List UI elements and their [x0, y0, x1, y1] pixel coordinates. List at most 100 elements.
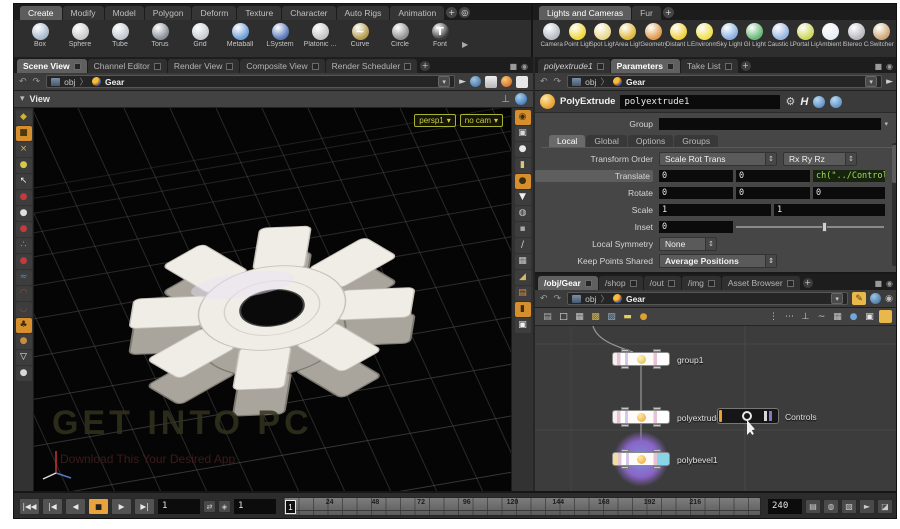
shelf-tool[interactable]: Stereo Ca... — [844, 20, 869, 48]
snap-prim-icon[interactable]: ◡ — [15, 302, 32, 317]
jump-start-button[interactable]: |◀◀ — [19, 498, 40, 515]
shelf-tool[interactable]: Area Light — [615, 20, 641, 48]
info-icon[interactable] — [813, 95, 826, 108]
pane-tab[interactable]: Channel Editor — [87, 59, 167, 73]
path-node[interactable]: Gear — [105, 77, 124, 87]
path-node[interactable]: Gear — [626, 77, 645, 87]
cone-display-icon[interactable]: ◢ — [514, 270, 531, 285]
select-mode-icon[interactable]: ◆ — [15, 110, 32, 125]
new-pane-tab-button[interactable]: + — [740, 61, 751, 71]
shelf-tab[interactable]: Modify — [62, 6, 104, 20]
path-dropdown-icon[interactable]: ▾ — [865, 76, 878, 87]
houdini-help-icon[interactable]: H — [800, 96, 808, 108]
prims-mode-icon[interactable]: ∴ — [15, 238, 32, 253]
view-sphere-icon[interactable]: ● — [514, 142, 531, 157]
translate-z-field[interactable]: ch("../Controls/siz — [813, 169, 885, 182]
stop-button[interactable]: ■ — [88, 498, 109, 515]
handles-icon[interactable]: ♣ — [15, 318, 32, 333]
next-frame-button[interactable]: ▶| — [134, 498, 155, 515]
shelf-tool[interactable]: Torus — [140, 20, 180, 48]
shelf-add-button[interactable]: + — [662, 7, 674, 18]
path-root[interactable]: obj — [585, 294, 596, 304]
shelf-tool[interactable]: Switcher — [869, 20, 894, 48]
lasso-pick-icon[interactable]: × — [15, 142, 32, 157]
thumbnail-icon[interactable]: ▦ — [831, 312, 844, 322]
pane-tab[interactable]: /out — [643, 276, 681, 290]
param-folder-tab[interactable]: Groups — [674, 135, 719, 147]
group-dropdown-icon[interactable]: ▾ — [884, 120, 888, 128]
shelf-tab[interactable]: Model — [104, 6, 144, 20]
gear-menu-icon[interactable]: ⚙ — [785, 95, 795, 108]
view-menu-chevron-icon[interactable]: ▾ — [20, 94, 25, 104]
keep-points-shared-select[interactable]: Average Positions ↕ — [659, 253, 777, 268]
shelf-tab[interactable]: Texture — [237, 6, 282, 20]
pin-pane-icon[interactable]: ► — [886, 77, 893, 87]
prev-frame-button[interactable]: |◀ — [42, 498, 63, 515]
pane-tab[interactable]: Scene View — [17, 59, 87, 73]
playback-range-field[interactable]: 1 — [234, 499, 276, 514]
param-folder-tab[interactable]: Local — [549, 135, 586, 147]
nav-forward-icon[interactable]: ↷ — [33, 77, 43, 87]
slash-icon[interactable]: ∕ — [514, 238, 531, 253]
dash-menu-icon[interactable]: ⋯ — [783, 312, 796, 322]
pane-maximize-icon[interactable]: ■ — [509, 62, 517, 71]
shelf-tab[interactable]: Auto Rigs — [336, 6, 390, 20]
network-menu-icon[interactable]: ◉ — [885, 294, 893, 304]
shelf-tool[interactable]: Sphere — [60, 20, 100, 48]
floating-panel-icon[interactable]: ▣ — [514, 318, 531, 333]
current-frame-marker[interactable]: 1 — [285, 500, 296, 514]
path-root[interactable]: obj — [585, 77, 596, 87]
translate-y-field[interactable]: 0 — [736, 169, 810, 182]
shelf-tool[interactable]: Ambient L... — [818, 20, 844, 48]
sticky-note-icon[interactable]: ▬ — [621, 312, 634, 322]
params-path-field[interactable]: obj 〉 Gear ▾ — [567, 75, 883, 88]
shelf-tool[interactable]: LSystem — [260, 20, 300, 48]
pane-maximize-icon[interactable]: ■ — [874, 62, 882, 71]
keyframe-options-button[interactable]: ▧ — [841, 499, 857, 514]
inset-slider[interactable] — [736, 221, 884, 233]
playback-options-button[interactable]: ⇄ — [203, 500, 216, 513]
shelf-tab[interactable]: Create — [20, 6, 62, 20]
frame-start-field[interactable]: 1 — [158, 499, 200, 514]
node-color-swatch[interactable] — [879, 310, 892, 323]
light-tool-icon[interactable]: ▽ — [15, 350, 32, 365]
shelf-overflow-arrow[interactable]: ▶ — [460, 40, 470, 49]
node-label-group1[interactable]: group1 — [677, 355, 703, 365]
cube-display-icon[interactable] — [485, 75, 497, 88]
rotate-z-field[interactable]: 0 — [813, 186, 885, 199]
active-flag-icon[interactable]: ▮ — [514, 302, 531, 317]
audio-options-button[interactable]: ◍ — [823, 499, 839, 514]
shelf-tool[interactable]: Environm... — [691, 20, 717, 48]
badge-icon[interactable]: ● — [637, 312, 650, 322]
play-reverse-button[interactable]: ◀ — [65, 498, 86, 515]
scale-label[interactable]: Scale — [535, 205, 653, 215]
viewport-3d[interactable]: persp1 ▾ no cam ▾ GET INTO PC Download T… — [34, 108, 511, 491]
photo-icon[interactable]: ▨ — [605, 312, 618, 322]
pose-tool-icon[interactable]: ● — [15, 334, 32, 349]
shelf-tab[interactable]: Lights and Cameras — [539, 6, 632, 20]
nav-back-icon[interactable]: ↶ — [19, 77, 29, 87]
shelf-tool[interactable]: Metaball — [220, 20, 260, 48]
play-button[interactable]: ▶ — [111, 498, 132, 515]
pane-tab[interactable]: Parameters — [610, 59, 680, 73]
group-field[interactable] — [659, 117, 882, 130]
sync-sphere-icon[interactable] — [870, 293, 882, 304]
search-icon[interactable]: ● — [847, 312, 860, 322]
inset-label[interactable]: Inset — [535, 222, 653, 232]
edit-network-button[interactable]: ✎ — [852, 292, 867, 305]
shelf-tool[interactable]: GI Light — [742, 20, 767, 48]
grid-view-icon[interactable]: ▦ — [573, 312, 586, 322]
scoped-channels-button[interactable]: ► — [859, 499, 875, 514]
pane-tab[interactable]: Take List — [680, 59, 738, 73]
new-pane-tab-button[interactable]: + — [420, 61, 431, 71]
pin-pane-icon[interactable]: ► — [459, 77, 466, 87]
shelf-tab[interactable]: Deform — [192, 6, 237, 20]
shelf-tool[interactable]: Box — [20, 20, 60, 48]
pane-tab[interactable]: /img — [681, 276, 721, 290]
dynamics-mode-icon[interactable]: ≈ — [15, 270, 32, 285]
xray-sphere-icon[interactable]: ◍ — [514, 206, 531, 221]
path-dropdown-icon[interactable]: ▾ — [831, 293, 844, 304]
comment-icon[interactable] — [830, 95, 843, 108]
material-icon[interactable]: ▤ — [514, 286, 531, 301]
shelf-tool[interactable]: Portal Light — [793, 20, 818, 48]
